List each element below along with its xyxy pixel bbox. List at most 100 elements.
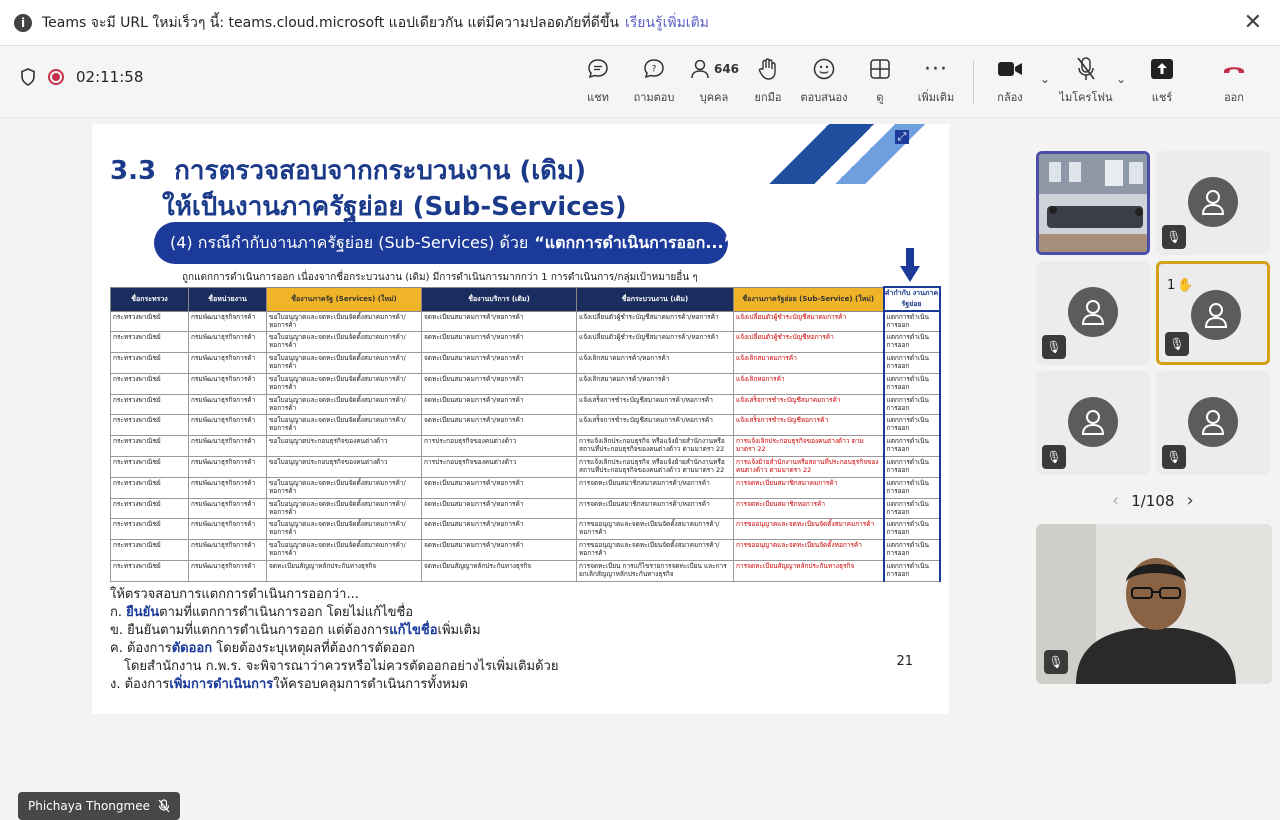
person-icon bbox=[1081, 410, 1105, 435]
react-button[interactable]: ตอบสนอง bbox=[796, 54, 852, 110]
avatar bbox=[1191, 290, 1241, 340]
chat-button[interactable]: แชท bbox=[570, 54, 626, 110]
person-icon bbox=[1081, 300, 1105, 325]
people-button[interactable]: 646 บุคคล bbox=[684, 54, 744, 110]
table-cell: แจ้งเสร็จการชำระบัญชีสมาคมการค้า/หอการค้… bbox=[576, 414, 734, 437]
toolbar-divider bbox=[973, 60, 974, 104]
table-row: กระทรวงพาณิชย์ กรมพัฒนาธุรกิจการค้า ขอใบอน… bbox=[110, 456, 941, 478]
slide-decoration bbox=[709, 124, 949, 184]
camera-button[interactable]: กล้อง bbox=[982, 54, 1038, 110]
more-button[interactable]: ··· เพิ่มเติม bbox=[908, 54, 964, 110]
table-cell: แจ้งเปลี่ยนตัวผู้ชำระบัญชีหอการค้า bbox=[733, 331, 884, 354]
table-cell: จดทะเบียนสมาคมการค้า/หอการค้า bbox=[421, 393, 577, 416]
mic-off-icon: 🎙︎ bbox=[1162, 225, 1186, 249]
view-button[interactable]: ดู bbox=[852, 54, 908, 110]
table-cell: แตกการดำเนินการออก bbox=[882, 331, 941, 354]
table-row: กระทรวงพาณิชย์ กรมพัฒนาธุรกิจการค้า ขอใบอน… bbox=[110, 414, 941, 437]
shared-slide: ⤢ 3.3 การตรวจสอบจากกระบวนงาน (เดิม) ให้เ… bbox=[92, 124, 949, 714]
table-header-cell: ชื่อกระบวนงาน (เดิม) bbox=[576, 286, 734, 312]
table-cell: จดทะเบียนสมาคมการค้า/หอการค้า bbox=[421, 331, 577, 354]
table-cell: ขอใบอนุญาตและจดทะเบียนจัดตั้งสมาคมการค้า… bbox=[266, 352, 422, 374]
slide-section-pill: (4) กรณีกำกับงานภาครัฐย่อย (Sub-Services… bbox=[154, 222, 734, 264]
presenter-name: Phichaya Thongmee bbox=[28, 799, 150, 813]
raise-hand-button[interactable]: ยกมือ bbox=[740, 54, 796, 110]
table-cell: กระทรวงพาณิชย์ bbox=[110, 560, 189, 582]
table-cell: แจ้งเลิกสมาคมการค้า bbox=[733, 352, 884, 374]
table-cell: ขอใบอนุญาตและจดทะเบียนจัดตั้งสมาคมการค้า… bbox=[266, 331, 422, 354]
share-icon bbox=[1151, 59, 1173, 79]
people-label: บุคคล bbox=[699, 91, 729, 104]
mic-off-icon: 🎙︎ bbox=[1042, 445, 1066, 469]
table-cell: แตกการดำเนินการออก bbox=[882, 456, 941, 478]
table-row: กระทรวงพาณิชย์ กรมพัฒนาธุรกิจการค้า ขอใบอน… bbox=[110, 497, 941, 520]
view-label: ดู bbox=[876, 91, 884, 104]
expand-icon[interactable]: ⤢ bbox=[895, 130, 909, 144]
leave-button[interactable]: ออก bbox=[1206, 54, 1262, 110]
share-button[interactable]: แชร์ bbox=[1134, 54, 1190, 110]
table-header-cell: ชื่อหน่วยงาน bbox=[188, 286, 267, 312]
camera-icon bbox=[998, 62, 1022, 76]
table-cell: การจดทะเบียนสมาชิกสมาคมการค้า bbox=[733, 476, 884, 499]
mic-label: ไมโครโฟน bbox=[1059, 91, 1113, 104]
react-label: ตอบสนอง bbox=[800, 91, 848, 104]
table-cell: การแจ้งเลิกประกอบธุรกิจของคนต่างด้าว ตาม… bbox=[733, 435, 884, 458]
table-cell: จดทะเบียนสมาคมการค้า/หอการค้า bbox=[421, 476, 577, 499]
avatar bbox=[1188, 397, 1238, 447]
participant-tile[interactable]: 🎙︎ bbox=[1156, 371, 1270, 475]
table-cell: กรมพัฒนาธุรกิจการค้า bbox=[188, 393, 267, 416]
table-cell: จดทะเบียนสมาคมการค้า/หอการค้า bbox=[421, 372, 577, 395]
table-cell: การขออนุญาตและจดทะเบียนจัดตั้งหอการค้า bbox=[733, 539, 884, 562]
table-cell: กรมพัฒนาธุรกิจการค้า bbox=[188, 435, 267, 458]
participant-tile-room[interactable] bbox=[1036, 151, 1150, 255]
table-cell: การจดทะเบียนสมาชิกหอการค้า bbox=[733, 497, 884, 520]
presenter-video bbox=[1036, 524, 1272, 684]
camera-options-chevron-icon[interactable]: ⌄ bbox=[1040, 72, 1050, 86]
table-cell: จดทะเบียนสมาคมการค้า/หอการค้า bbox=[421, 310, 577, 333]
table-cell: กระทรวงพาณิชย์ bbox=[110, 372, 189, 395]
self-video-tile[interactable]: 🎙︎ bbox=[1036, 524, 1272, 684]
participant-tile[interactable]: 🎙︎ bbox=[1036, 261, 1150, 365]
mic-options-chevron-icon[interactable]: ⌄ bbox=[1116, 72, 1126, 86]
table-cell: แจ้งเสร็จการชำระบัญชีสมาคมการค้า bbox=[733, 393, 884, 416]
raise-hand-label: ยกมือ bbox=[754, 91, 782, 104]
table-cell: ขอใบอนุญาตประกอบธุรกิจของคนต่างด้าว bbox=[266, 435, 422, 458]
table-cell: กรมพัฒนาธุรกิจการค้า bbox=[188, 560, 267, 582]
notes-intro: ให้ตรวจสอบการแตกการดำเนินการออกว่า... bbox=[110, 587, 359, 602]
chat-icon bbox=[588, 59, 608, 79]
table-cell: กรมพัฒนาธุรกิจการค้า bbox=[188, 310, 267, 333]
gallery-pager: ‹ 1/108 › bbox=[1112, 490, 1194, 511]
table-cell: การขออนุญาตและจดทะเบียนจัดตั้งสมาคมการค้… bbox=[576, 518, 734, 541]
table-cell: แตกการดำเนินการออก bbox=[882, 393, 941, 416]
table-body: กระทรวงพาณิชย์ กรมพัฒนาธุรกิจการค้า ขอใบอน… bbox=[110, 310, 941, 582]
close-icon[interactable]: ✕ bbox=[1244, 10, 1262, 35]
participant-tile-hand-raised[interactable]: 1 ✋ 🎙︎ bbox=[1156, 261, 1270, 365]
qa-button[interactable]: ? ถามตอบ bbox=[626, 54, 682, 110]
table-cell: กระทรวงพาณิชย์ bbox=[110, 539, 189, 562]
table-cell: แจ้งเลิกสมาคมการค้า/หอการค้า bbox=[576, 352, 734, 374]
participant-tile[interactable]: 🎙︎ bbox=[1036, 371, 1150, 475]
table-cell: การแจ้งเลิกประกอบธุรกิจ หรือแจ้งย้ายสำนั… bbox=[576, 435, 734, 458]
table-cell: กรมพัฒนาธุรกิจการค้า bbox=[188, 497, 267, 520]
chevron-right-icon[interactable]: › bbox=[1186, 490, 1193, 511]
table-cell: จดทะเบียนสัญญาหลักประกันทางธุรกิจ bbox=[266, 560, 422, 582]
participant-tile[interactable]: 🎙︎ bbox=[1156, 151, 1270, 255]
chat-label: แชท bbox=[587, 91, 609, 104]
table-cell: การขออนุญาตและจดทะเบียนจัดตั้งสมาคมการค้… bbox=[576, 539, 734, 562]
table-header-cell: ชื่อกระทรวง bbox=[110, 286, 189, 312]
table-cell: ขอใบอนุญาตและจดทะเบียนจัดตั้งสมาคมการค้า… bbox=[266, 393, 422, 416]
table-cell: ขอใบอนุญาตและจดทะเบียนจัดตั้งสมาคมการค้า… bbox=[266, 539, 422, 562]
slide-title-line1: 3.3 การตรวจสอบจากกระบวนงาน (เดิม) bbox=[110, 156, 587, 186]
table-cell: ขอใบอนุญาตประกอบธุรกิจของคนต่างด้าว bbox=[266, 456, 422, 478]
table-header-cell: คำกำกับ งานภาครัฐย่อย bbox=[882, 286, 941, 312]
shield-icon[interactable] bbox=[20, 68, 36, 86]
table-cell: แตกการดำเนินการออก bbox=[882, 352, 941, 374]
table-header-cell: ชื่องานบริการ (เดิม) bbox=[421, 286, 577, 312]
note-b: ข. ยืนยันตามที่แตกการดำเนินการออก แต่ต้อ… bbox=[110, 623, 481, 638]
chevron-left-icon[interactable]: ‹ bbox=[1112, 490, 1119, 511]
table-cell: แจ้งเสร็จการชำระบัญชีหอการค้า bbox=[733, 414, 884, 437]
down-arrow-icon bbox=[900, 248, 920, 282]
presenter-name-tag: Phichaya Thongmee bbox=[18, 792, 180, 820]
table-cell: แตกการดำเนินการออก bbox=[882, 518, 941, 541]
learn-more-link[interactable]: เรียนรู้เพิ่มเติม bbox=[625, 12, 709, 34]
mic-button[interactable]: ไมโครโฟน bbox=[1058, 54, 1114, 110]
